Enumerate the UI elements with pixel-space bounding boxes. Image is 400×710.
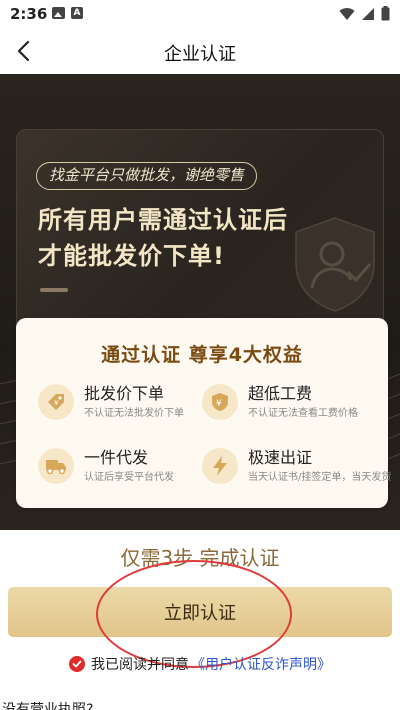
battery-icon [381, 6, 390, 21]
benefit-desc: 不认证无法批发价下单 [84, 408, 184, 419]
benefits-title: 通过认证 尊享4大权益 [101, 344, 303, 366]
hero-tagline: 找金平台只做批发，谢绝零售 [36, 162, 258, 190]
benefit-desc: 认证后享受平台代发 [84, 472, 174, 483]
benefit-name: 超低工费 [248, 384, 313, 403]
nav-bar: 企业认证 [0, 28, 400, 74]
svg-text:¥: ¥ [54, 399, 59, 407]
benefit-name: 一件代发 [84, 448, 149, 467]
benefit-item-fast-cert: 极速出证 当天认证书/挂签定单，当天发货 [202, 444, 391, 492]
hero-headline-line1: 所有用户需通过认证后 [38, 206, 288, 234]
signal-icon [362, 7, 374, 20]
benefit-desc: 不认证无法查看工费价格 [248, 408, 358, 419]
hero-headline: 所有用户需通过认证后 才能批发价下单! [38, 202, 288, 274]
agreement-checkbox[interactable] [69, 656, 85, 672]
yen-shield-icon: ¥ [202, 384, 238, 420]
status-notifications: A [52, 7, 83, 19]
lightning-icon [202, 448, 238, 484]
status-bar: 2:36 A [0, 0, 400, 28]
status-time: 2:36 [10, 5, 48, 23]
benefit-item-dropship: 一件代发 认证后享受平台代发 [38, 444, 218, 492]
price-tag-icon: ¥ [38, 384, 74, 420]
a-icon: A [71, 7, 83, 19]
benefit-item-wholesale: ¥ 批发价下单 不认证无法批发价下单 [38, 380, 218, 428]
truck-icon [38, 448, 74, 484]
verify-now-button[interactable]: 立即认证 [8, 587, 392, 637]
verify-now-label: 立即认证 [164, 603, 236, 624]
agreement-row: 我已阅读并同意 《用户认证反诈声明》 [0, 654, 400, 674]
status-system-icons [339, 6, 390, 21]
hero-headline-line2: 才能批发价下单! [38, 242, 225, 270]
no-license-link[interactable]: 没有营业执照? [2, 698, 93, 710]
checkmark-icon [72, 660, 82, 668]
svg-text:¥: ¥ [216, 399, 222, 409]
shield-user-icon [295, 217, 375, 312]
agreement-text: 我已阅读并同意 [91, 657, 189, 673]
image-icon [52, 7, 65, 19]
benefit-name: 批发价下单 [84, 384, 165, 403]
benefit-desc: 当天认证书/挂签定单，当天发货 [248, 472, 392, 483]
page-title: 企业认证 [164, 44, 236, 65]
agreement-link[interactable]: 《用户认证反诈声明》 [191, 654, 331, 674]
benefits-card: 通过认证 尊享4大权益 ¥ 批发价下单 不认证无法批发价下单 ¥ 超低工费 不认… [16, 318, 391, 508]
hero-divider [40, 288, 68, 292]
benefit-item-low-fee: ¥ 超低工费 不认证无法查看工费价格 [202, 380, 382, 428]
wifi-icon [339, 7, 355, 20]
benefit-name: 极速出证 [248, 448, 313, 467]
steps-text: 仅需3步 完成认证 [120, 546, 280, 570]
